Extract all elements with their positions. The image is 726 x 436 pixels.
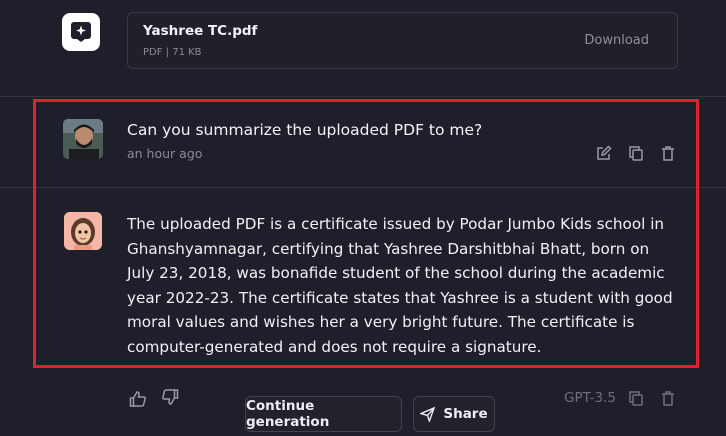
copy-icon[interactable] <box>626 388 646 408</box>
thumbs-down-icon[interactable] <box>160 387 180 407</box>
share-label: Share <box>443 406 488 422</box>
share-button[interactable]: Share <box>413 396 495 432</box>
model-label: GPT-3.5 <box>564 390 616 406</box>
continue-generation-button[interactable]: Continue generation <box>245 396 402 432</box>
assistant-avatar <box>64 212 102 250</box>
file-meta: PDF | 71 KB <box>143 47 202 58</box>
delete-icon[interactable] <box>658 143 678 163</box>
copy-icon[interactable] <box>626 143 646 163</box>
edit-icon[interactable] <box>594 143 614 163</box>
send-icon <box>420 406 436 422</box>
sparkle-chat-icon <box>71 22 91 42</box>
bot-avatar <box>62 13 100 51</box>
user-message-time: an hour ago <box>127 146 203 161</box>
divider <box>0 187 726 188</box>
user-avatar <box>63 119 103 159</box>
delete-icon[interactable] <box>658 388 678 408</box>
user-message-text: Can you summarize the uploaded PDF to me… <box>127 121 483 139</box>
file-attachment-card[interactable]: Yashree TC.pdf PDF | 71 KB Download <box>127 12 678 69</box>
assistant-message-text: The uploaded PDF is a certificate issued… <box>127 215 673 356</box>
thumbs-up-icon[interactable] <box>128 389 148 409</box>
continue-generation-label: Continue generation <box>246 398 330 430</box>
divider <box>0 96 726 97</box>
file-name: Yashree TC.pdf <box>143 23 258 39</box>
download-button[interactable]: Download <box>584 33 649 48</box>
